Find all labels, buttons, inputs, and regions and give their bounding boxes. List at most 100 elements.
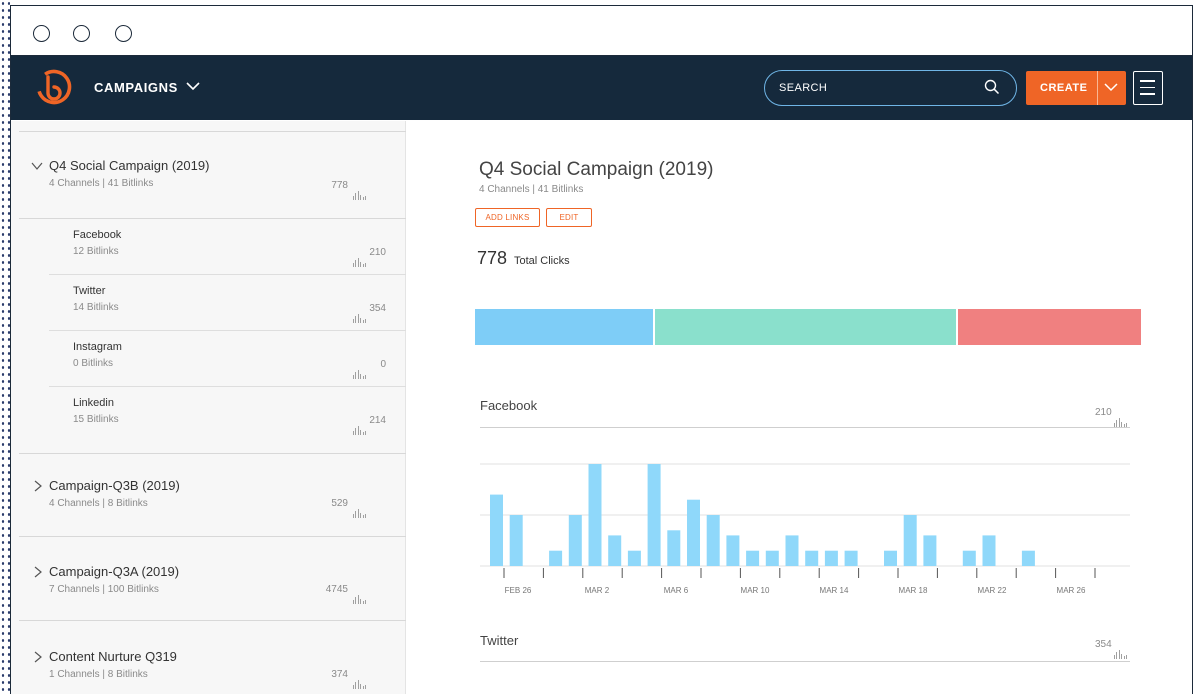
chart-bar[interactable]	[490, 494, 503, 566]
channel-meta: 14 Bitlinks	[73, 302, 119, 313]
divider	[480, 661, 1130, 662]
create-button[interactable]: CREATE	[1026, 71, 1126, 105]
chart-bar[interactable]	[687, 499, 700, 566]
x-tick-label: MAR 2	[585, 586, 610, 595]
campaign-item[interactable]: Campaign-Q3A (2019) 7 Channels | 100 Bit…	[11, 561, 406, 621]
search-input[interactable]	[779, 80, 969, 96]
campaign-click-count: 374	[331, 669, 348, 680]
chart-bar[interactable]	[509, 515, 523, 566]
channel-item-linkedin[interactable]: Linkedin 15 Bitlinks 214	[49, 391, 406, 447]
bar-chart-icon[interactable]	[353, 417, 367, 435]
chart-bar[interactable]	[706, 515, 720, 566]
channel-click-count: 0	[380, 359, 386, 370]
chart-bar[interactable]	[982, 535, 996, 566]
campaign-item[interactable]: Content Nurture Q319 1 Channels | 8 Bitl…	[11, 646, 406, 694]
breakdown-segment-facebook[interactable]	[475, 309, 653, 345]
bar-chart-icon[interactable]	[1114, 409, 1128, 427]
window-close-control[interactable]	[33, 25, 50, 42]
campaign-item[interactable]: Q4 Social Campaign (2019) 4 Channels | 4…	[11, 155, 406, 215]
channel-meta: 12 Bitlinks	[73, 246, 119, 257]
breakdown-segment-twitter[interactable]	[654, 309, 956, 345]
chevron-down-icon[interactable]	[1104, 82, 1118, 92]
bar-chart-icon[interactable]	[353, 671, 367, 689]
add-links-button[interactable]: ADD LINKS	[475, 208, 540, 227]
divider	[19, 536, 406, 537]
window-maximize-control[interactable]	[115, 25, 132, 42]
chart-bar[interactable]	[608, 535, 622, 566]
chart-bar[interactable]	[647, 464, 661, 566]
channel-breakdown-bar	[475, 309, 1141, 345]
chart-bar[interactable]	[785, 535, 799, 566]
menu-line	[1140, 93, 1155, 95]
x-tick-label: FEB 26	[505, 586, 532, 595]
bar-chart-icon[interactable]	[1114, 641, 1128, 659]
divider	[19, 620, 406, 621]
x-tick-label: MAR 14	[820, 586, 849, 595]
chart-bar[interactable]	[549, 550, 563, 566]
chart-bar[interactable]	[765, 550, 779, 566]
channel-click-count: 210	[369, 247, 386, 258]
chevron-right-icon[interactable]	[33, 480, 43, 492]
chart-bar[interactable]	[746, 550, 760, 566]
hamburger-menu-button[interactable]	[1133, 71, 1163, 105]
campaign-detail: Q4 Social Campaign (2019) 4 Channels | 4…	[407, 121, 1192, 694]
bar-chart-icon[interactable]	[353, 586, 367, 604]
bar-chart-icon[interactable]	[353, 361, 367, 379]
section-title-twitter: Twitter	[480, 633, 519, 648]
chevron-down-icon[interactable]	[31, 161, 43, 171]
chart-bar[interactable]	[923, 535, 937, 566]
top-nav: CAMPAIGNS CREATE	[11, 56, 1192, 120]
channel-item-facebook[interactable]: Facebook 12 Bitlinks 210	[49, 223, 406, 279]
chart-bar[interactable]	[588, 464, 602, 566]
campaign-name: Content Nurture Q319	[49, 649, 177, 664]
campaign-meta: 4 Channels | 8 Bitlinks	[49, 498, 148, 509]
chart-bar[interactable]	[824, 550, 838, 566]
menu-line	[1140, 80, 1155, 82]
channel-click-count: 214	[369, 415, 386, 426]
chart-bar[interactable]	[1021, 550, 1035, 566]
bar-chart-icon[interactable]	[353, 500, 367, 518]
section-click-count: 210	[1095, 407, 1112, 418]
campaign-item[interactable]: Campaign-Q3B (2019) 4 Channels | 8 Bitli…	[11, 475, 406, 535]
bitly-logo-icon[interactable]	[36, 69, 72, 105]
channel-name: Twitter	[73, 285, 106, 297]
channel-item-instagram[interactable]: Instagram 0 Bitlinks 0	[49, 335, 406, 391]
window-titlebar	[11, 6, 1192, 56]
chart-bar[interactable]	[903, 515, 917, 566]
divider	[49, 274, 406, 275]
channel-click-count: 354	[369, 303, 386, 314]
x-tick-label: MAR 18	[899, 586, 928, 595]
edit-button[interactable]: EDIT	[546, 208, 592, 227]
campaign-name: Campaign-Q3A (2019)	[49, 564, 180, 579]
page-title: Q4 Social Campaign (2019)	[479, 159, 714, 180]
x-tick-label: MAR 22	[978, 586, 1007, 595]
chart-bar[interactable]	[627, 550, 641, 566]
chevron-right-icon[interactable]	[33, 651, 43, 663]
bar-chart-icon[interactable]	[353, 182, 367, 200]
chevron-down-icon[interactable]	[186, 81, 200, 91]
create-button-divider	[1097, 71, 1098, 105]
channel-item-twitter[interactable]: Twitter 14 Bitlinks 354	[49, 279, 406, 335]
campaign-click-count: 4745	[325, 584, 348, 595]
bar-chart-icon[interactable]	[353, 249, 367, 267]
window-minimize-control[interactable]	[73, 25, 90, 42]
browser-window: CAMPAIGNS CREATE	[10, 5, 1193, 694]
chart-bar[interactable]	[805, 550, 819, 566]
menu-line	[1140, 86, 1155, 89]
campaign-click-count: 778	[331, 180, 348, 191]
bar-chart-icon[interactable]	[353, 305, 367, 323]
chart-bar[interactable]	[667, 530, 681, 566]
campaigns-menu-label[interactable]: CAMPAIGNS	[94, 80, 178, 95]
campaign-meta: 4 Channels | 41 Bitlinks	[479, 184, 584, 195]
search-icon[interactable]	[984, 79, 1000, 95]
chart-bar[interactable]	[962, 550, 976, 566]
channel-name: Instagram	[73, 341, 122, 353]
chart-bar[interactable]	[884, 550, 897, 566]
breakdown-segment-linkedin[interactable]	[957, 309, 1141, 345]
chevron-right-icon[interactable]	[33, 566, 43, 578]
chart-bar[interactable]	[568, 515, 582, 566]
chart-bar[interactable]	[726, 535, 740, 566]
chart-bar[interactable]	[844, 550, 858, 566]
divider	[19, 453, 406, 454]
section-title-facebook: Facebook	[480, 398, 538, 413]
